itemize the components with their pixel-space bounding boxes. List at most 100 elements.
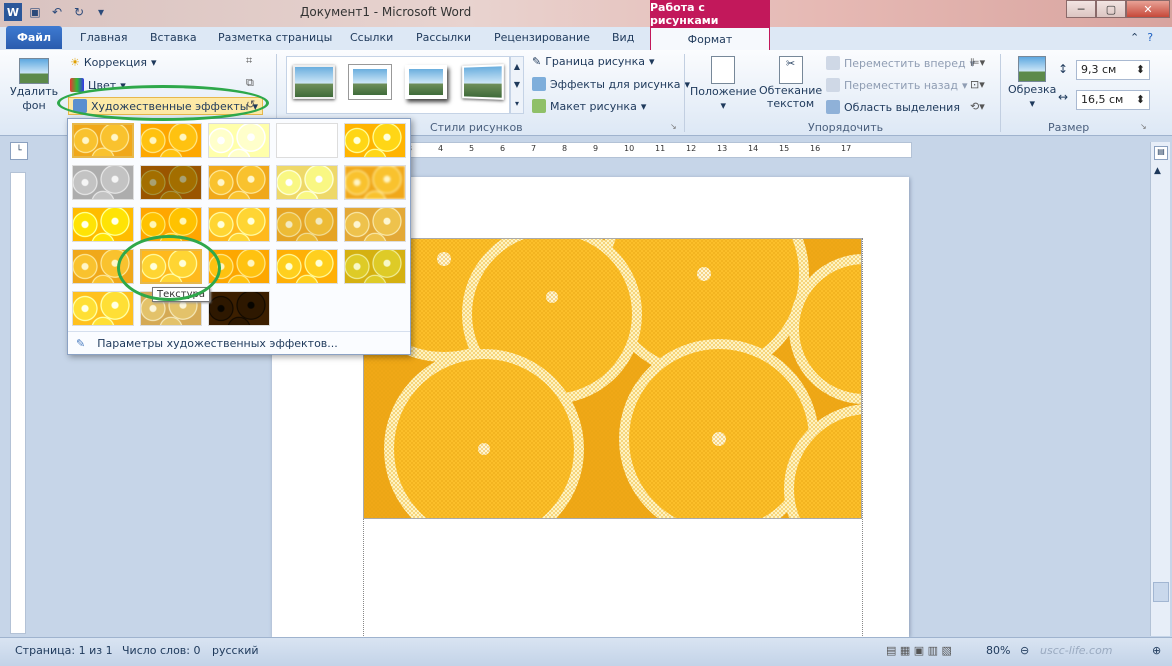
width-field[interactable]: 16,5 см ⬍ <box>1076 90 1150 110</box>
change-picture-icon[interactable]: ⧉ <box>246 76 254 90</box>
picture-style-1[interactable] <box>293 65 335 99</box>
remove-background-button[interactable]: Удалить фон <box>10 58 58 112</box>
artistic-options-label: Параметры художественных эффектов... <box>97 337 338 350</box>
position-button[interactable]: Положение ▾ <box>690 56 757 112</box>
artistic-effect-option[interactable] <box>276 165 338 200</box>
tab-page-layout[interactable]: Разметка страницы <box>218 31 332 44</box>
ruler-mark: 12 <box>686 144 697 153</box>
crop-button[interactable]: Обрезка ▾ <box>1008 56 1056 110</box>
ruler-toggle-icon[interactable]: ▤ <box>1154 146 1168 160</box>
artistic-effect-option[interactable] <box>140 123 202 158</box>
collapse-ribbon-icon[interactable]: ⌃ <box>1130 31 1139 44</box>
scroll-down-icon[interactable]: ▼ <box>514 80 520 89</box>
minimize-button[interactable]: ─ <box>1066 0 1096 18</box>
orange-slices-picture[interactable] <box>363 238 862 519</box>
tab-home[interactable]: Главная <box>80 31 128 44</box>
height-field[interactable]: 9,3 см ⬍ <box>1076 60 1150 80</box>
scroll-up-icon[interactable]: ▲ <box>1154 166 1161 176</box>
picture-layout-button[interactable]: Макет рисунка ▾ <box>532 99 646 113</box>
bring-forward-label: Переместить вперед <box>844 56 966 70</box>
undo-icon[interactable]: ↶ <box>48 3 66 21</box>
artistic-effect-option[interactable] <box>72 123 134 158</box>
spinner-icon[interactable]: ⬍ <box>1136 63 1145 77</box>
align-icon[interactable]: ⊫▾ <box>970 56 985 69</box>
rotate-icon[interactable]: ⟲▾ <box>970 100 985 113</box>
artistic-effect-option[interactable] <box>276 207 338 242</box>
vertical-scrollbar[interactable]: ▤ ▲ <box>1150 142 1170 636</box>
artistic-effect-option[interactable] <box>140 165 202 200</box>
zoom-out-icon[interactable]: ⊖ <box>1020 644 1029 657</box>
arrange-group-label: Упорядочить <box>808 121 884 134</box>
bring-forward-button[interactable]: Переместить вперед ▾ <box>826 56 975 70</box>
wrap-text-button[interactable]: ✂ Обтекание текстом <box>759 56 822 110</box>
artistic-effect-option[interactable] <box>208 165 270 200</box>
page-count[interactable]: Страница: 1 из 1 <box>15 644 113 657</box>
compress-pictures-icon[interactable]: ⌗ <box>246 54 252 68</box>
picture-style-3[interactable] <box>405 65 447 99</box>
tab-references[interactable]: Ссылки <box>350 31 393 44</box>
picture-layout-label: Макет рисунка <box>550 99 637 113</box>
picture-style-2[interactable] <box>349 65 391 99</box>
tab-insert[interactable]: Вставка <box>150 31 197 44</box>
vertical-ruler[interactable] <box>10 172 26 634</box>
artistic-effects-gallery: ✎ Параметры художественных эффектов... <box>67 118 411 355</box>
zoom-in-icon[interactable]: ⊕ <box>1152 644 1161 657</box>
picture-tools-header: Работа с рисунками <box>650 0 770 27</box>
tab-format[interactable]: Формат <box>650 27 770 51</box>
print-layout-icon[interactable]: ▤ ▦ ▣ ▥ ▧ <box>886 644 952 657</box>
zoom-level[interactable]: 80% <box>986 644 1010 657</box>
remove-background-label: Удалить <box>10 85 59 98</box>
scroll-up-icon[interactable]: ▲ <box>514 62 520 71</box>
tab-view[interactable]: Вид <box>612 31 634 44</box>
artistic-options-icon: ✎ <box>76 337 86 350</box>
redo-icon[interactable]: ↻ <box>70 3 88 21</box>
tab-file[interactable]: Файл <box>6 26 62 49</box>
group-icon[interactable]: ⊡▾ <box>970 78 985 91</box>
artistic-effect-option[interactable] <box>208 291 270 326</box>
spinner-icon[interactable]: ⬍ <box>1136 93 1145 107</box>
maximize-button[interactable]: ▢ <box>1096 0 1126 18</box>
artistic-effect-option[interactable] <box>344 249 406 284</box>
artistic-effect-option[interactable] <box>276 123 338 158</box>
word-count[interactable]: Число слов: 0 <box>122 644 201 657</box>
send-backward-button[interactable]: Переместить назад ▾ <box>826 78 968 92</box>
picture-style-4[interactable] <box>462 64 504 100</box>
quick-access-toolbar: W ▣ ↶ ↻ ▾ <box>4 3 110 21</box>
tab-review[interactable]: Рецензирование <box>494 31 590 44</box>
picture-border-button[interactable]: ✎ Граница рисунка ▾ <box>532 55 655 68</box>
language-indicator[interactable]: русский <box>212 644 259 657</box>
artistic-effect-option[interactable] <box>208 123 270 158</box>
dialog-launcher-icon[interactable]: ↘ <box>670 122 677 131</box>
tab-selector[interactable]: └ <box>10 142 28 160</box>
customize-qat-icon[interactable]: ▾ <box>92 3 110 21</box>
tab-mailings[interactable]: Рассылки <box>416 31 471 44</box>
artistic-effect-option[interactable] <box>344 207 406 242</box>
selection-pane-button[interactable]: Область выделения <box>826 100 960 114</box>
orange-thumbnail-icon <box>345 208 405 241</box>
size-dialog-launcher-icon[interactable]: ↘ <box>1140 122 1147 131</box>
gallery-scroll[interactable]: ▲ ▼ ▾ <box>510 56 524 114</box>
title-bar <box>0 0 1172 27</box>
remove-background-icon <box>19 58 50 84</box>
artistic-effect-option[interactable] <box>276 249 338 284</box>
artistic-effect-option[interactable] <box>72 291 134 326</box>
artistic-effect-option[interactable] <box>344 165 406 200</box>
ruler-mark: 9 <box>593 144 599 153</box>
ruler-mark: 17 <box>841 144 852 153</box>
artistic-effect-option[interactable] <box>72 207 134 242</box>
help-icon[interactable]: ? <box>1147 31 1153 44</box>
save-icon[interactable]: ▣ <box>26 3 44 21</box>
gallery-more-icon[interactable]: ▾ <box>515 99 519 108</box>
artistic-effect-option[interactable] <box>208 207 270 242</box>
crop-icon <box>1018 56 1047 82</box>
picture-effects-button[interactable]: Эффекты для рисунка ▾ <box>532 77 690 91</box>
artistic-effects-options[interactable]: ✎ Параметры художественных эффектов... <box>68 331 410 355</box>
close-button[interactable]: ✕ <box>1126 0 1170 18</box>
artistic-effect-option[interactable] <box>344 123 406 158</box>
correction-button[interactable]: ☀ Коррекция ▾ <box>70 56 157 69</box>
artistic-effect-option[interactable] <box>72 165 134 200</box>
scroll-thumb[interactable] <box>1153 582 1169 602</box>
chevron-down-icon: ▾ <box>1029 97 1035 110</box>
bring-forward-icon <box>826 56 840 70</box>
ruler-mark: 11 <box>655 144 666 153</box>
